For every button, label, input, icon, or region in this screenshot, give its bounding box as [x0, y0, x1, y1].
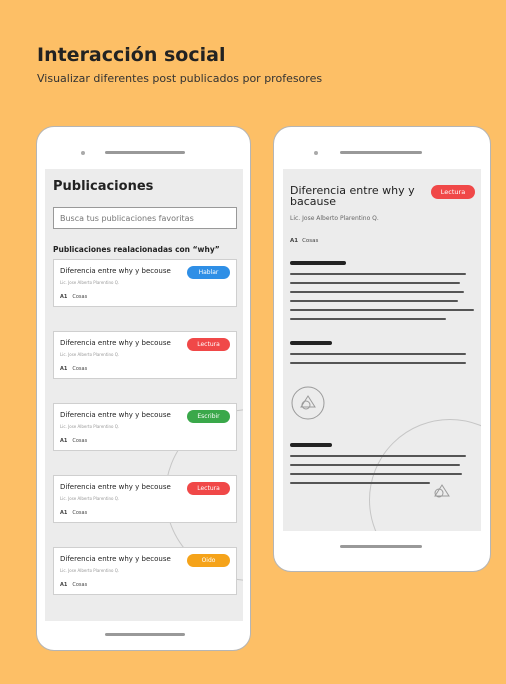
- placeholder-text-line: [290, 482, 430, 484]
- article-category: Cosas: [302, 238, 319, 244]
- article-level: A1: [290, 238, 299, 244]
- article-meta: A1 Cosas: [290, 238, 318, 244]
- skill-badge[interactable]: Lectura: [187, 338, 230, 351]
- placeholder-text-line: [290, 273, 466, 275]
- placeholder-heading: [290, 261, 346, 265]
- card-category: Cosas: [72, 366, 88, 372]
- placeholder-text-line: [290, 464, 460, 466]
- phone-publicaciones: Publicaciones Publicaciones realacionada…: [36, 126, 251, 651]
- camera-dot: [81, 151, 85, 155]
- card-category: Cosas: [72, 582, 88, 588]
- speaker-bar: [340, 151, 422, 154]
- placeholder-text-line: [290, 473, 462, 475]
- skill-badge[interactable]: Oido: [187, 554, 230, 567]
- card-meta: A1 Cosas: [60, 366, 87, 372]
- card-meta: A1 Cosas: [60, 582, 87, 588]
- card-level: A1: [60, 582, 68, 588]
- placeholder-heading: [290, 341, 332, 345]
- screen-title: Publicaciones: [53, 179, 154, 194]
- publication-card[interactable]: Diferencia entre why y becouse Lic. Jose…: [53, 403, 237, 451]
- home-indicator[interactable]: [105, 633, 185, 636]
- card-title: Diferencia entre why y becouse: [60, 483, 171, 491]
- placeholder-text-line: [290, 353, 466, 355]
- placeholder-text-line: [290, 455, 466, 457]
- card-level: A1: [60, 294, 68, 300]
- card-author: Lic. Jose Alberto Plarentino Q.: [60, 280, 120, 285]
- card-category: Cosas: [72, 510, 88, 516]
- card-title: Diferencia entre why y becouse: [60, 411, 171, 419]
- card-level: A1: [60, 510, 68, 516]
- placeholder-text-line: [290, 309, 474, 311]
- card-category: Cosas: [72, 438, 88, 444]
- page-header: Interacción social Visualizar diferentes…: [37, 44, 322, 85]
- card-meta: A1 Cosas: [60, 294, 87, 300]
- skill-badge[interactable]: Lectura: [431, 185, 475, 199]
- card-level: A1: [60, 366, 68, 372]
- article-title: Diferencia entre why y bacause: [290, 184, 415, 208]
- search-input[interactable]: [53, 207, 237, 229]
- card-author: Lic. Jose Alberto Plarentino Q.: [60, 424, 120, 429]
- card-meta: A1 Cosas: [60, 438, 87, 444]
- card-meta: A1 Cosas: [60, 510, 87, 516]
- home-indicator[interactable]: [340, 545, 422, 548]
- publication-card[interactable]: Diferencia entre why y becouse Lic. Jose…: [53, 547, 237, 595]
- card-level: A1: [60, 438, 68, 444]
- placeholder-text-line: [290, 282, 460, 284]
- speaker-bar: [105, 151, 185, 154]
- publication-card[interactable]: Diferencia entre why y becouse Lic. Jose…: [53, 331, 237, 379]
- card-category: Cosas: [72, 294, 88, 300]
- publication-card[interactable]: Diferencia entre why y becouse Lic. Jose…: [53, 259, 237, 307]
- publication-card[interactable]: Diferencia entre why y becouse Lic. Jose…: [53, 475, 237, 523]
- article-author: Lic. Jose Alberto Plarentino Q.: [290, 215, 379, 222]
- media-placeholder-icon: [291, 386, 325, 420]
- page-subtitle: Visualizar diferentes post publicados po…: [37, 72, 323, 85]
- placeholder-text-line: [290, 300, 458, 302]
- article-screen: Diferencia entre why y bacause Lectura L…: [283, 169, 481, 531]
- card-title: Diferencia entre why y becouse: [60, 267, 171, 275]
- skill-badge[interactable]: Hablar: [187, 266, 230, 279]
- media-placeholder-icon: [434, 484, 450, 498]
- placeholder-heading: [290, 443, 332, 447]
- camera-dot: [314, 151, 318, 155]
- card-title: Diferencia entre why y becouse: [60, 339, 171, 347]
- skill-badge[interactable]: Escribir: [187, 410, 230, 423]
- page-title: Interacción social: [37, 44, 226, 66]
- card-author: Lic. Jose Alberto Plarentino Q.: [60, 352, 120, 357]
- related-label: Publicaciones realacionadas con “why”: [53, 245, 220, 254]
- decorative-circle: [369, 419, 481, 531]
- card-author: Lic. Jose Alberto Plarentino Q.: [60, 568, 120, 573]
- card-author: Lic. Jose Alberto Plarentino Q.: [60, 496, 120, 501]
- placeholder-text-line: [290, 318, 446, 320]
- placeholder-text-line: [290, 291, 464, 293]
- card-title: Diferencia entre why y becouse: [60, 555, 171, 563]
- publicaciones-screen: Publicaciones Publicaciones realacionada…: [45, 169, 243, 621]
- phone-article: Diferencia entre why y bacause Lectura L…: [273, 126, 491, 572]
- placeholder-text-line: [290, 362, 466, 364]
- skill-badge[interactable]: Lectura: [187, 482, 230, 495]
